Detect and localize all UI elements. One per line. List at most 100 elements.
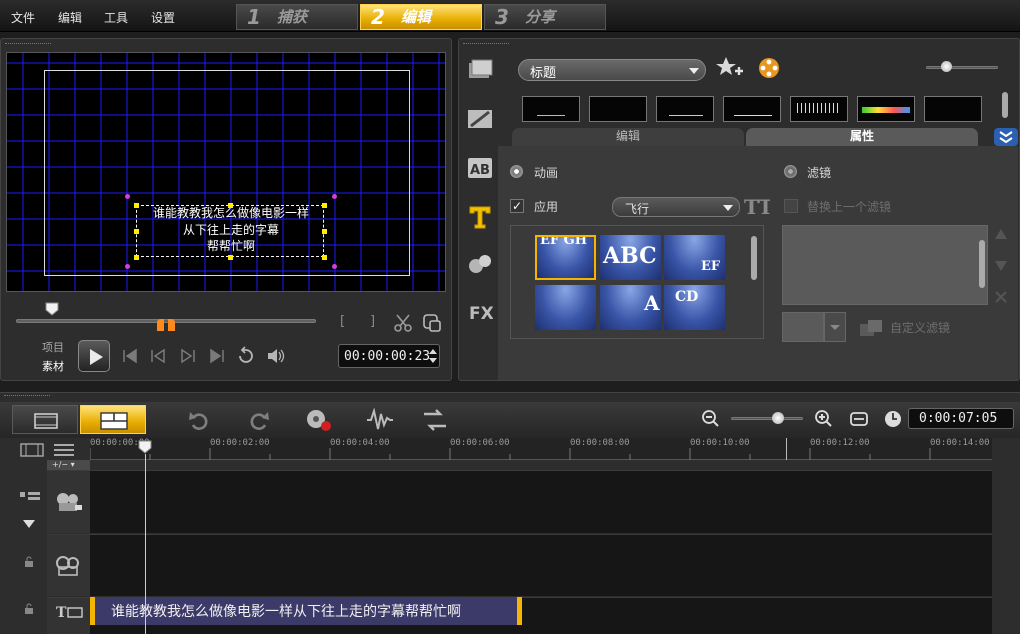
filter-preset-select[interactable] <box>782 312 824 342</box>
title-thumbnail[interactable] <box>522 96 580 122</box>
overlay-track[interactable] <box>47 534 992 596</box>
apply-checkbox[interactable]: ✓ <box>510 199 524 213</box>
trim-handle-icon[interactable] <box>155 318 177 332</box>
zoom-in-icon[interactable] <box>815 410 833 428</box>
prev-frame-icon[interactable] <box>150 348 166 364</box>
resize-handle[interactable] <box>134 203 139 208</box>
step-tab-share[interactable]: 3 分享 <box>484 4 606 30</box>
track-lock-icon[interactable] <box>24 556 34 568</box>
resize-handle[interactable] <box>228 255 233 260</box>
menu-settings[interactable]: 设置 <box>151 9 175 26</box>
collapse-options-button[interactable] <box>994 128 1018 146</box>
library-category-dropdown[interactable]: 标题 <box>518 59 706 81</box>
title-library-button[interactable] <box>466 204 494 230</box>
title-thumbnail[interactable] <box>857 96 915 122</box>
menu-tools[interactable]: 工具 <box>104 9 128 26</box>
timeline-ruler[interactable]: 00:00:00:00 00:00:02:00 00:00:04:00 00:0… <box>90 438 992 460</box>
customize-animation-icon[interactable]: TT <box>744 194 770 218</box>
mode-project[interactable]: 项目 <box>42 339 64 355</box>
title-thumbnail[interactable] <box>924 96 982 122</box>
title-thumbnail[interactable] <box>790 96 848 122</box>
resize-handle[interactable] <box>134 229 139 234</box>
remove-filter-icon[interactable] <box>994 290 1008 304</box>
title-text-box[interactable]: 谁能教教我怎么做像电影一样 从下往上走的字幕 帮帮忙啊 <box>125 194 337 269</box>
menu-file[interactable]: 文件 <box>11 9 35 26</box>
volume-icon[interactable] <box>266 347 286 365</box>
title-thumbnail[interactable] <box>589 96 647 122</box>
next-frame-icon[interactable] <box>180 348 196 364</box>
audio-mixer-icon[interactable] <box>366 408 394 432</box>
timecode-spinner-icon[interactable] <box>428 347 438 365</box>
enlarge-preview-icon[interactable] <box>422 313 442 333</box>
skip-start-icon[interactable] <box>122 348 138 364</box>
title-track-icon[interactable]: T <box>55 603 85 621</box>
video-track[interactable] <box>47 470 992 533</box>
resize-handle[interactable] <box>322 203 327 208</box>
media-library-button[interactable] <box>466 57 494 83</box>
panel-grip[interactable] <box>463 43 509 46</box>
animation-preset[interactable]: EF GH <box>535 235 596 280</box>
timeline-zoom-slider[interactable] <box>731 417 803 420</box>
animation-preset[interactable]: CD <box>664 285 725 330</box>
step-tab-edit[interactable]: 2 编辑 <box>360 4 482 30</box>
add-remove-track-button[interactable]: +/− ▾ <box>47 460 90 470</box>
step-tab-capture[interactable]: 1 捕获 <box>236 4 358 30</box>
rotate-handle[interactable] <box>332 264 337 269</box>
rotate-handle[interactable] <box>125 264 130 269</box>
preview-screen[interactable]: 谁能教教我怎么做像电影一样 从下往上走的字幕 帮帮忙啊 <box>6 52 446 292</box>
filter-scrollbar[interactable] <box>979 240 985 288</box>
tab-attribute[interactable]: 属性 <box>746 128 978 146</box>
filter-library-button[interactable]: FX <box>466 299 494 325</box>
redo-icon[interactable] <box>248 409 270 431</box>
filter-list[interactable] <box>782 225 988 305</box>
move-down-icon[interactable] <box>994 260 1008 272</box>
filter-radio[interactable] <box>784 165 797 178</box>
resize-handle[interactable] <box>322 229 327 234</box>
video-track-icon[interactable] <box>55 491 83 513</box>
storyboard-view-button[interactable] <box>12 405 78 434</box>
title-clip[interactable]: 谁能教教我怎么做像电影一样从下往上走的字幕帮帮忙啊 <box>90 597 522 625</box>
playhead-icon[interactable] <box>138 440 152 454</box>
track-lock-icon[interactable] <box>24 603 34 615</box>
panel-grip[interactable] <box>5 43 51 46</box>
panel-grip[interactable] <box>4 395 50 398</box>
project-duration-timecode[interactable]: 0:00:07:05 <box>908 408 1014 429</box>
animation-scrollbar[interactable] <box>751 236 757 280</box>
animation-radio[interactable] <box>510 165 523 178</box>
fit-project-icon[interactable] <box>850 410 868 428</box>
mark-out-icon[interactable]: ] <box>370 314 375 329</box>
zoom-slider-knob[interactable] <box>772 412 784 424</box>
track-manager-icon[interactable] <box>20 442 46 458</box>
replace-filter-checkbox[interactable] <box>784 199 798 213</box>
transition-library-button[interactable] <box>466 106 494 132</box>
resize-handle[interactable] <box>134 255 139 260</box>
timeline-view-button[interactable] <box>80 405 146 434</box>
undo-icon[interactable] <box>188 409 210 431</box>
rotate-handle[interactable] <box>125 194 130 199</box>
auto-music-icon[interactable] <box>422 408 448 432</box>
chapter-point-icon[interactable] <box>52 442 76 458</box>
overlay-track-icon[interactable] <box>55 555 83 577</box>
project-duration-icon[interactable] <box>884 410 902 428</box>
animation-preset[interactable]: EF <box>664 235 725 280</box>
filter-preset-dropdown[interactable] <box>824 312 846 342</box>
tab-edit[interactable]: 编辑 <box>512 128 744 146</box>
play-button[interactable] <box>78 340 110 372</box>
title-thumbnail[interactable] <box>656 96 714 122</box>
title-thumbnail[interactable] <box>723 96 781 122</box>
menu-edit[interactable]: 编辑 <box>58 9 82 26</box>
preview-timecode[interactable]: 00:00:00:23 <box>338 344 440 368</box>
mode-clip[interactable]: 素材 <box>42 358 64 374</box>
animation-type-select[interactable]: 飞行 <box>612 197 740 217</box>
mark-in-icon[interactable]: [ <box>340 314 345 329</box>
add-to-library-icon[interactable] <box>716 56 744 82</box>
animation-preset[interactable]: A <box>600 285 661 330</box>
skip-end-icon[interactable] <box>209 348 225 364</box>
animation-preset[interactable] <box>535 285 596 330</box>
repeat-icon[interactable] <box>236 346 256 366</box>
ripple-edit-icon[interactable] <box>18 490 42 506</box>
resize-handle[interactable] <box>228 203 233 208</box>
track-menu-chevron-icon[interactable] <box>22 519 36 529</box>
custom-filter-icon[interactable] <box>858 318 884 338</box>
thumbnail-size-slider[interactable] <box>926 66 998 69</box>
